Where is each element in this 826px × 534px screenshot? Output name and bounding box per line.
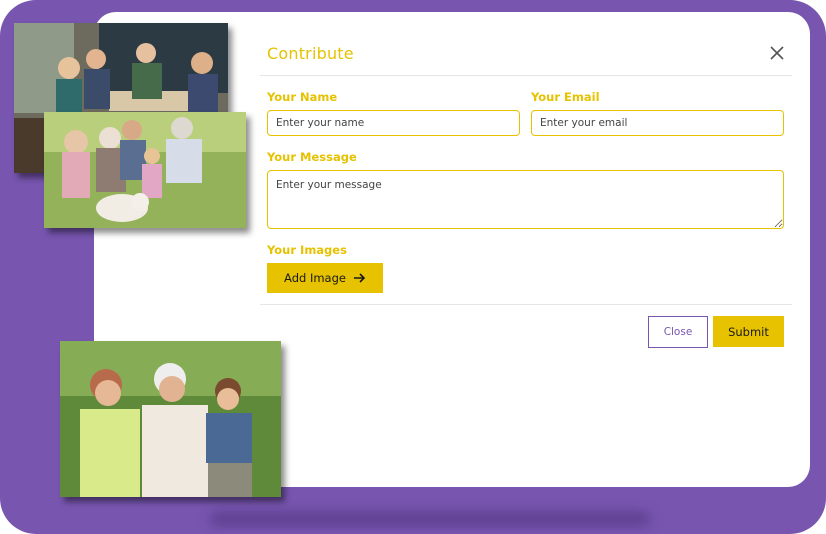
family-outdoor-dog-photo [44, 112, 246, 228]
email-label: Your Email [531, 90, 600, 104]
grandfather-mother-child-photo [60, 341, 281, 497]
close-button[interactable]: Close [648, 316, 708, 348]
add-image-label: Add Image [284, 271, 346, 285]
drop-shadow [210, 512, 650, 526]
modal-title: Contribute [267, 44, 354, 63]
name-label: Your Name [267, 90, 338, 104]
message-textarea[interactable] [267, 170, 784, 229]
images-label: Your Images [267, 243, 347, 257]
arrow-right-icon [353, 273, 366, 283]
footer-divider [260, 304, 792, 305]
close-x-icon[interactable] [766, 42, 788, 64]
header-divider [260, 75, 792, 76]
message-label: Your Message [267, 150, 357, 164]
name-input[interactable] [267, 110, 520, 136]
email-input[interactable] [531, 110, 784, 136]
add-image-button[interactable]: Add Image [267, 263, 383, 293]
submit-button[interactable]: Submit [713, 316, 784, 347]
